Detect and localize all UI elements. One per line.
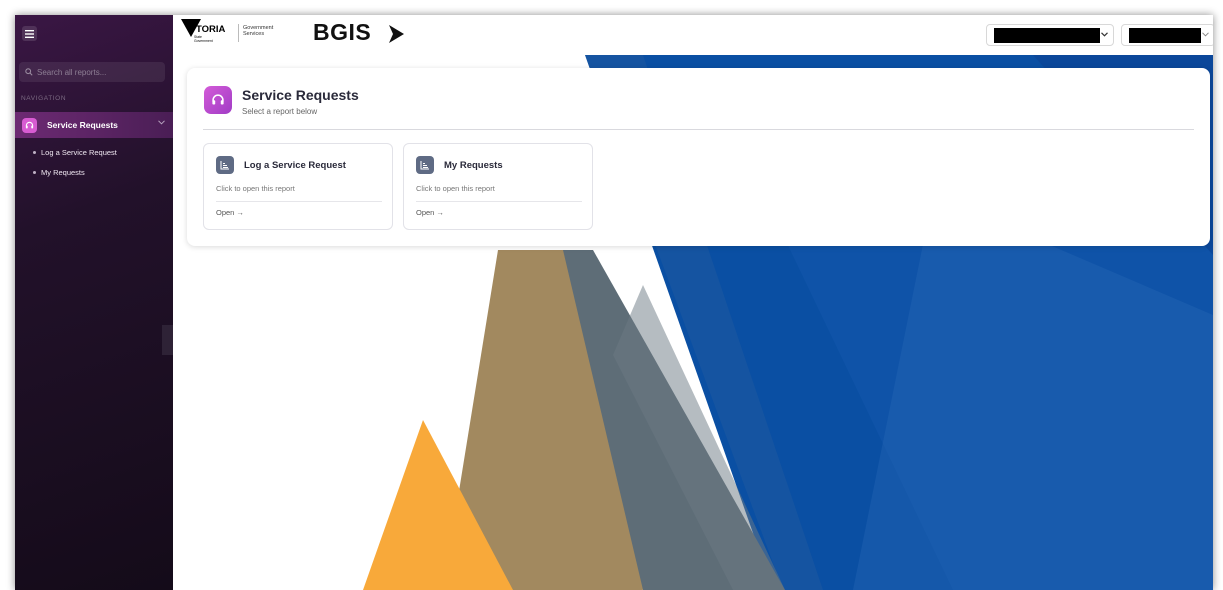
government-services-label: Government Services <box>243 25 273 37</box>
bullet-icon <box>33 171 36 174</box>
sidebar-subitem-label: Log a Service Request <box>41 148 117 157</box>
sidebar: NAVIGATION Service Requests Log a Servic… <box>15 15 173 590</box>
bullet-icon <box>33 151 36 154</box>
hamburger-icon <box>25 29 34 38</box>
sidebar-search[interactable] <box>19 62 165 82</box>
svg-text:Government: Government <box>194 39 213 43</box>
chevron-down-icon <box>158 120 165 125</box>
sidebar-header <box>15 15 173 55</box>
report-description: Click to open this report <box>216 184 295 193</box>
search-input[interactable] <box>37 67 157 77</box>
reports-card: Service Requests Select a report below L… <box>187 68 1210 246</box>
sidebar-subitem-log-service-request[interactable]: Log a Service Request <box>33 148 117 157</box>
redacted-value <box>994 28 1100 43</box>
divider <box>216 201 382 202</box>
svg-text:TORIA: TORIA <box>196 24 226 35</box>
report-tile-my-requests[interactable]: My Requests Click to open this report Op… <box>403 143 593 230</box>
sidebar-subitem-label: My Requests <box>41 168 85 177</box>
app-window: NAVIGATION Service Requests Log a Servic… <box>15 15 1213 590</box>
bgis-arrow-icon <box>389 25 404 43</box>
page-title: Service Requests <box>242 87 359 103</box>
redacted-value <box>1129 28 1201 43</box>
headset-icon <box>22 117 37 133</box>
report-title: Log a Service Request <box>244 160 346 171</box>
user-select[interactable] <box>1121 24 1213 46</box>
report-chart-icon <box>216 156 234 174</box>
top-header: TORIA State Government Government Servic… <box>173 15 1213 55</box>
navigation-heading: NAVIGATION <box>21 95 67 102</box>
report-description: Click to open this report <box>416 184 495 193</box>
open-report-link[interactable]: Open → <box>416 208 444 217</box>
logo-divider <box>238 24 239 42</box>
chevron-down-icon <box>1101 32 1108 37</box>
page-subtitle: Select a report below <box>242 107 318 116</box>
search-icon <box>25 68 33 76</box>
chevron-down-icon <box>1202 32 1209 37</box>
sidebar-subitem-my-requests[interactable]: My Requests <box>33 168 85 177</box>
victoria-government-logo: TORIA State Government <box>181 19 237 54</box>
report-title: My Requests <box>444 160 503 171</box>
sidebar-item-label: Service Requests <box>47 120 118 130</box>
gov-services-line: Services <box>243 31 265 37</box>
divider <box>203 129 1194 130</box>
open-report-link[interactable]: Open → <box>216 208 244 217</box>
account-select[interactable] <box>986 24 1114 46</box>
bgis-logo: BGIS <box>313 19 372 45</box>
headset-icon <box>204 86 232 114</box>
sidebar-item-service-requests[interactable]: Service Requests <box>15 112 173 138</box>
report-tile-log-service-request[interactable]: Log a Service Request Click to open this… <box>203 143 393 230</box>
divider <box>416 201 582 202</box>
menu-toggle-button[interactable] <box>22 26 37 41</box>
report-chart-icon <box>416 156 434 174</box>
sidebar-resize-handle[interactable] <box>162 325 173 355</box>
